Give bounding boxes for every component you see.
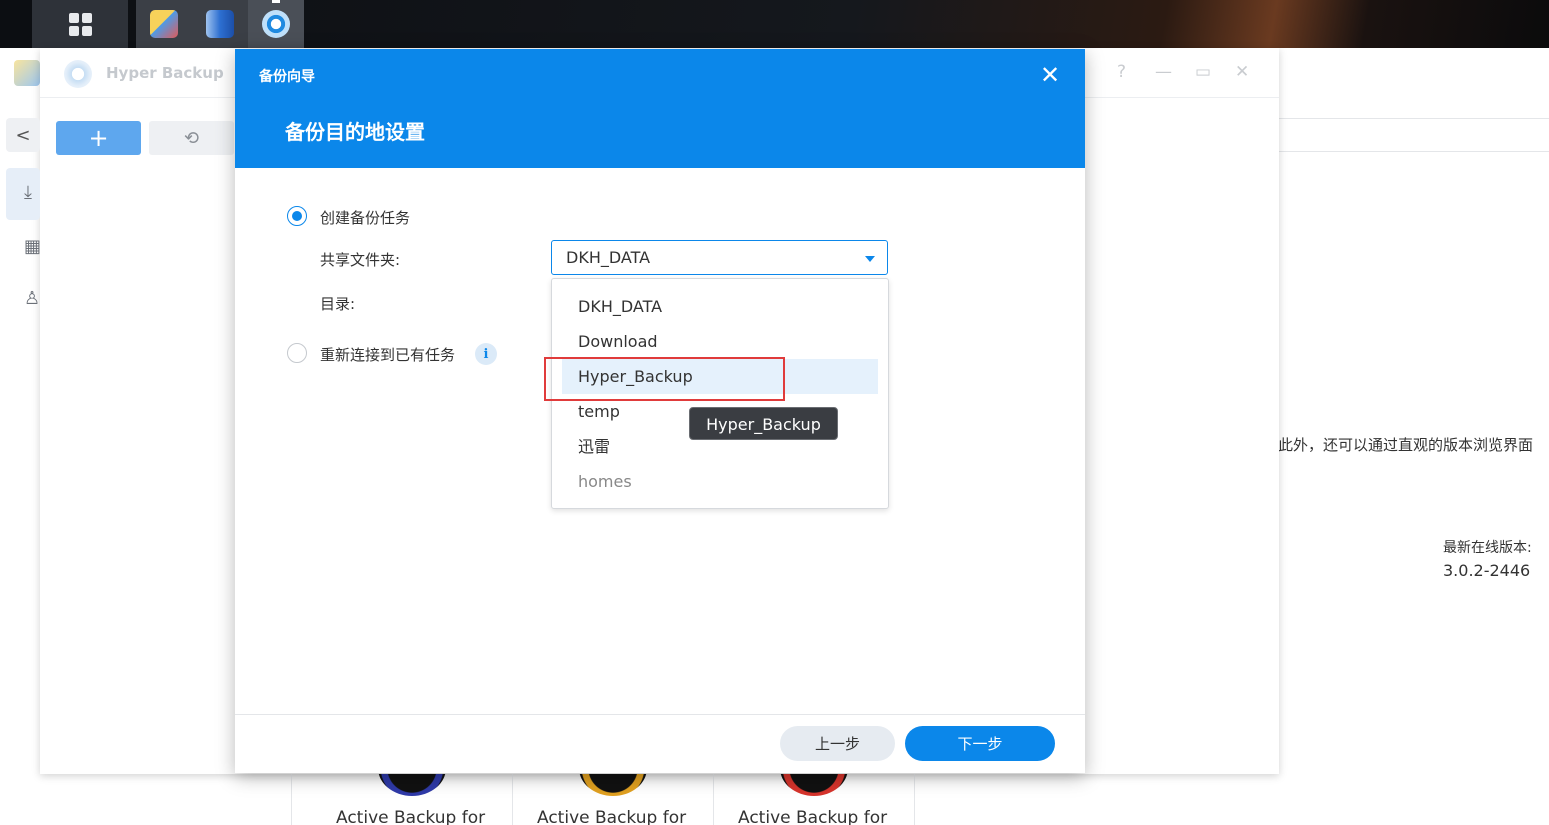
download-icon: ⤓ xyxy=(24,182,32,203)
package-card[interactable]: Active Backup for xyxy=(312,774,513,825)
dropdown-option[interactable]: DKH_DATA xyxy=(562,289,878,324)
taskbar-app-package-center[interactable] xyxy=(136,0,192,48)
background-window-left xyxy=(0,48,40,774)
apps-icon[interactable]: ▦ xyxy=(24,236,41,257)
hyper-backup-icon xyxy=(262,10,290,38)
add-task-button[interactable]: + xyxy=(56,121,141,155)
history-button[interactable]: ⟲ xyxy=(149,121,234,155)
back-button[interactable]: < xyxy=(6,118,40,152)
annotation-highlight-box xyxy=(544,357,785,401)
help-button[interactable]: ? xyxy=(1117,62,1126,82)
footer-divider xyxy=(235,714,1085,715)
shared-folder-select[interactable]: DKH_DATA xyxy=(551,240,888,275)
info-icon[interactable]: i xyxy=(475,343,497,365)
running-indicator xyxy=(272,0,280,3)
minimize-button[interactable]: — xyxy=(1155,62,1172,82)
dropdown-option[interactable]: homes xyxy=(562,464,878,499)
package-card[interactable]: Active Backup for xyxy=(714,774,915,825)
create-task-label[interactable]: 创建备份任务 xyxy=(320,207,410,228)
divider xyxy=(1279,118,1549,119)
option-tooltip: Hyper_Backup xyxy=(689,407,838,440)
dialog-header: 备份向导 ✕ 备份目的地设置 xyxy=(235,49,1085,168)
package-logo-icon xyxy=(378,774,446,796)
latest-version-value: 3.0.2-2446 xyxy=(1443,561,1531,580)
users-icon[interactable]: ♙ xyxy=(24,288,40,309)
package-card-title: Active Backup for xyxy=(336,808,486,825)
select-value: DKH_DATA xyxy=(566,248,651,267)
shared-folder-label: 共享文件夹: xyxy=(320,251,401,269)
description-text: 此外，还可以通过直观的版本浏览界面 xyxy=(1278,436,1534,454)
previous-button[interactable]: 上一步 xyxy=(780,726,895,761)
divider xyxy=(1279,151,1549,152)
dropdown-option[interactable]: Download xyxy=(562,324,878,359)
create-task-radio[interactable] xyxy=(287,206,307,226)
latest-version-label: 最新在线版本: xyxy=(1443,540,1532,556)
main-menu-button[interactable] xyxy=(32,0,128,48)
directory-label: 目录: xyxy=(320,295,356,313)
package-center-logo xyxy=(14,60,40,86)
maximize-button[interactable]: ▭ xyxy=(1195,62,1211,82)
taskbar-app-hyper-backup[interactable] xyxy=(248,0,304,48)
package-logo-icon xyxy=(579,774,647,796)
apps-grid-icon xyxy=(68,12,92,36)
next-button[interactable]: 下一步 xyxy=(905,726,1055,761)
package-card[interactable]: Active Backup for xyxy=(513,774,714,825)
backup-wizard-dialog: 备份向导 ✕ 备份目的地设置 创建备份任务 共享文件夹: 目录: 重新连接到已有… xyxy=(235,49,1085,773)
package-logo-icon xyxy=(780,774,848,796)
taskbar xyxy=(0,0,1549,48)
dialog-title: 备份目的地设置 xyxy=(285,120,425,144)
sidebar-item-selected[interactable] xyxy=(6,168,40,220)
close-window-button[interactable]: ✕ xyxy=(1235,62,1249,82)
package-card-title: Active Backup for xyxy=(738,808,888,825)
storage-manager-icon xyxy=(206,10,234,38)
hyper-backup-logo xyxy=(64,60,92,88)
close-icon[interactable]: ✕ xyxy=(1040,61,1060,89)
package-center-icon xyxy=(150,10,178,38)
window-title: Hyper Backup xyxy=(106,64,224,82)
dialog-app-label: 备份向导 xyxy=(259,69,315,85)
taskbar-app-storage[interactable] xyxy=(192,0,248,48)
reconnect-task-label[interactable]: 重新连接到已有任务 xyxy=(320,344,455,365)
package-cards: Active Backup for Active Backup for Acti… xyxy=(291,774,916,825)
reconnect-task-radio[interactable] xyxy=(287,343,307,363)
package-card-title: Active Backup for xyxy=(537,808,687,825)
chevron-down-icon xyxy=(865,256,875,262)
